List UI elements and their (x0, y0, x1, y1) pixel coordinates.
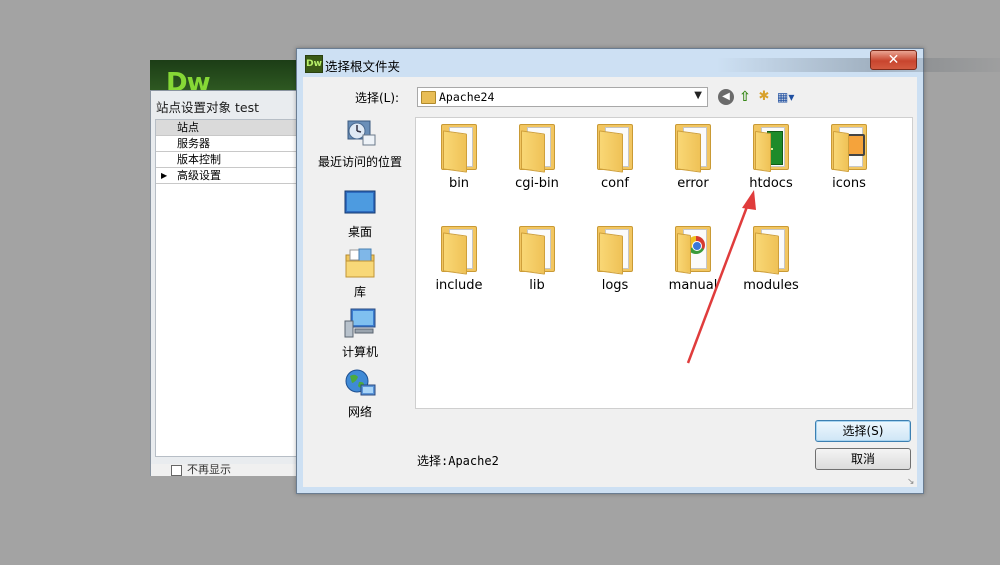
folder-name: logs (601, 278, 629, 293)
folder-icon (517, 224, 557, 275)
site-nav-item-servers[interactable]: 服务器 (156, 136, 307, 152)
dreamweaver-header: Dw (150, 60, 310, 98)
folder-item-error[interactable]: error (654, 122, 732, 191)
recent-places-icon (343, 117, 377, 149)
folder-item-cgi-bin[interactable]: cgi-bin (498, 122, 576, 191)
folder-icon (595, 224, 635, 275)
dont-show-label: 不再显示 (187, 463, 231, 476)
folder-item-bin[interactable]: bin (420, 122, 498, 191)
network-icon (343, 367, 377, 399)
dialog-titlebar[interactable]: Dw 选择根文件夹 ✕ (297, 49, 1000, 77)
folder-name: lib (529, 278, 545, 293)
computer-icon (343, 307, 377, 339)
folder-item-conf[interactable]: conf (576, 122, 654, 191)
place-network[interactable]: 网络 (309, 367, 411, 420)
folder-list[interactable]: bin cgi-bin conf error htdocs icons incl… (415, 117, 913, 409)
folder-name: conf (601, 176, 629, 191)
choose-root-folder-dialog: Dw 选择根文件夹 ✕ 选择(L): Apache24 ▼ ◀ ⇧ ✱ ▦▾ 最… (296, 48, 1000, 494)
site-nav-item-version-control[interactable]: 版本控制 (156, 152, 307, 168)
place-label: 计算机 (341, 345, 378, 359)
lookin-label: 选择(L): (355, 91, 400, 105)
place-recent[interactable]: 最近访问的位置 (309, 117, 411, 170)
site-nav-item-label: 高级设置 (177, 169, 221, 182)
cancel-button[interactable]: 取消 (815, 448, 911, 470)
site-setup-nav: 站点 服务器 版本控制 ▶ 高级设置 (155, 119, 307, 457)
up-folder-icon[interactable]: ⇧ (737, 89, 753, 105)
select-button[interactable]: 选择(S) (815, 420, 911, 442)
selection-status: 选择:Apache2 (417, 454, 499, 468)
folder-icon (421, 91, 436, 104)
folder-name: cgi-bin (515, 176, 559, 191)
titlebar-blur (717, 58, 1000, 72)
places-bar: 最近访问的位置 桌面 库 计算机 网络 (309, 117, 411, 457)
folder-item-icons[interactable]: icons (810, 122, 888, 191)
lookin-current-folder: Apache24 (439, 90, 495, 104)
new-folder-icon[interactable]: ✱ (756, 89, 772, 105)
libraries-icon (343, 247, 377, 279)
expand-arrow-icon[interactable]: ▶ (161, 168, 167, 183)
folder-icon (751, 224, 791, 275)
chevron-down-icon[interactable]: ▼ (694, 90, 702, 101)
folder-name: bin (448, 176, 470, 191)
folder-name: manual (668, 278, 718, 293)
folder-name: htdocs (749, 176, 793, 191)
dialog-client-area: 选择(L): Apache24 ▼ ◀ ⇧ ✱ ▦▾ 最近访问的位置 桌面 库 … (303, 77, 917, 487)
folder-item-modules[interactable]: modules (732, 224, 810, 293)
view-menu-icon[interactable]: ▦▾ (777, 89, 801, 105)
place-desktop[interactable]: 桌面 (309, 187, 411, 240)
folder-item-include[interactable]: include (420, 224, 498, 293)
dialog-title: 选择根文件夹 (325, 59, 401, 74)
dreamweaver-app-icon: Dw (305, 55, 323, 73)
close-button[interactable]: ✕ (870, 50, 917, 70)
site-setup-dialog: 站点设置对象 test 站点 服务器 版本控制 ▶ 高级设置 (150, 90, 307, 466)
folder-name: include (435, 278, 483, 293)
folder-chrome-icon (673, 224, 713, 274)
place-libraries[interactable]: 库 (309, 247, 411, 300)
dont-show-checkbox[interactable] (171, 465, 182, 476)
place-label: 网络 (347, 405, 372, 419)
folder-door-icon (751, 122, 791, 173)
folder-icon (439, 224, 479, 275)
folder-picture-icon (829, 122, 869, 173)
folder-item-htdocs[interactable]: htdocs (732, 122, 810, 191)
desktop-icon (343, 187, 377, 219)
folder-icon (517, 122, 557, 173)
folder-item-manual[interactable]: manual (654, 224, 732, 293)
back-icon[interactable]: ◀ (718, 89, 734, 105)
folder-name: modules (743, 278, 799, 293)
site-nav-item-label: 版本控制 (177, 153, 221, 166)
lookin-dropdown[interactable]: Apache24 ▼ (417, 87, 708, 107)
place-computer[interactable]: 计算机 (309, 307, 411, 360)
site-nav-item-advanced[interactable]: ▶ 高级设置 (156, 168, 307, 184)
site-nav-item-site[interactable]: 站点 (156, 120, 307, 136)
folder-icon (595, 122, 635, 173)
place-label: 最近访问的位置 (317, 155, 402, 169)
resize-grip-icon[interactable]: ↘ (907, 477, 917, 487)
folder-name: icons (832, 176, 866, 191)
folder-item-logs[interactable]: logs (576, 224, 654, 293)
folder-name: error (677, 176, 709, 191)
place-label: 桌面 (347, 225, 372, 239)
folder-icon (439, 122, 479, 173)
site-setup-title: 站点设置对象 test (156, 100, 259, 115)
folder-item-lib[interactable]: lib (498, 224, 576, 293)
folder-icon (673, 122, 713, 173)
place-label: 库 (353, 285, 366, 299)
site-nav-item-label: 服务器 (177, 137, 210, 150)
site-dialog-footer: 不再显示 (150, 463, 301, 476)
site-nav-item-label: 站点 (177, 121, 199, 134)
